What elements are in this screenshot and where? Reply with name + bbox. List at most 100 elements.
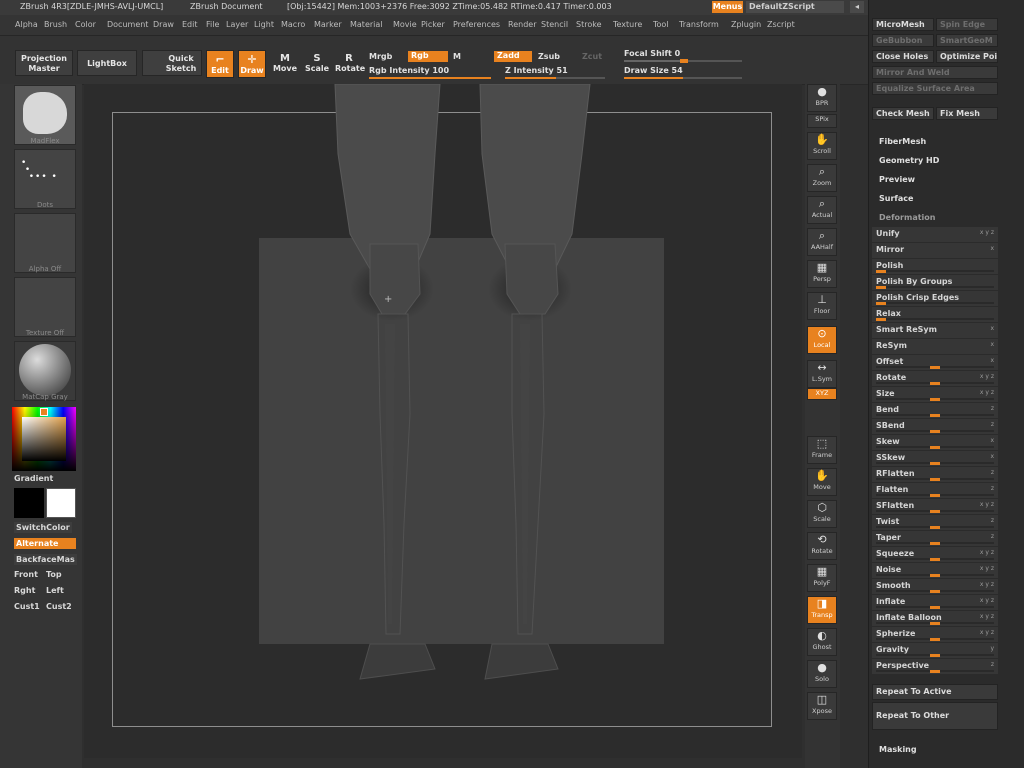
shelf-scroll-button[interactable]: ✋ Scroll (807, 132, 837, 160)
axis-toggles[interactable]: x y z (980, 629, 994, 636)
focal-shift-slider[interactable] (624, 59, 742, 63)
deformation-squeeze-slider[interactable]: Squeeze x y z (872, 547, 998, 562)
shelf-scale-button[interactable]: ⬡ Scale (807, 500, 837, 528)
deformation-mirror-slider[interactable]: Mirror x (872, 243, 998, 258)
slider-knob[interactable] (930, 574, 940, 577)
deformation-rflatten-slider[interactable]: RFlatten z (872, 467, 998, 482)
axis-toggles[interactable]: z (991, 469, 994, 476)
slider-knob[interactable] (930, 510, 940, 513)
alpha-thumbnail[interactable] (14, 213, 76, 273)
slider-knob[interactable] (930, 414, 940, 417)
rgb-intensity-slider[interactable] (369, 77, 491, 79)
axis-toggles[interactable]: y (990, 645, 994, 652)
zadd-toggle[interactable]: Zadd (494, 51, 532, 62)
menu-movie[interactable]: Movie (393, 20, 417, 29)
menu-material[interactable]: Material (350, 20, 383, 29)
deformation-relax-slider[interactable]: Relax (872, 307, 998, 322)
top-view-button[interactable]: Top (46, 570, 62, 579)
custom1-view-button[interactable]: Cust1 (14, 602, 40, 611)
slider-knob[interactable] (930, 654, 940, 657)
menu-picker[interactable]: Picker (421, 20, 445, 29)
menu-render[interactable]: Render (508, 20, 536, 29)
tray-spin-edge-button[interactable]: Spin Edge (936, 18, 998, 31)
deformation-inflate-balloon-slider[interactable]: Inflate Balloon x y z (872, 611, 998, 626)
color-square[interactable] (22, 417, 66, 461)
texture-thumbnail[interactable] (14, 277, 76, 337)
menu-document[interactable]: Document (107, 20, 148, 29)
shelf-move-button[interactable]: ✋ Move (807, 468, 837, 496)
rotate-button[interactable]: R Rotate (335, 50, 365, 78)
shelf-zoom-button[interactable]: ⌕ Zoom (807, 164, 837, 192)
axis-toggles[interactable]: x y z (980, 597, 994, 604)
mrgb-toggle[interactable]: Mrgb (369, 52, 392, 61)
shelf-xyz-button[interactable]: ✶XYZ (807, 388, 837, 400)
axis-toggles[interactable]: z (991, 421, 994, 428)
menu-brush[interactable]: Brush (44, 20, 67, 29)
deformation-rotate-slider[interactable]: Rotate x y z (872, 371, 998, 386)
shelf-rotate-axis-12-button[interactable]: ⟳ (807, 418, 837, 432)
shelf-floor-button[interactable]: ⊥ Floor (807, 292, 837, 320)
deformation-size-slider[interactable]: Size x y z (872, 387, 998, 402)
legs-model[interactable] (300, 84, 620, 684)
custom2-view-button[interactable]: Cust2 (46, 602, 72, 611)
rgb-toggle[interactable]: Rgb (408, 51, 448, 62)
color-picker[interactable] (12, 407, 76, 471)
deformation-offset-slider[interactable]: Offset x (872, 355, 998, 370)
menu-stencil[interactable]: Stencil (541, 20, 568, 29)
menu-transform[interactable]: Transform (679, 20, 719, 29)
menu-texture[interactable]: Texture (613, 20, 642, 29)
deformation-smart-resym-slider[interactable]: Smart ReSym x (872, 323, 998, 338)
slider-knob[interactable] (930, 430, 940, 433)
m-toggle[interactable]: M (453, 52, 461, 61)
section-surface[interactable]: Surface (879, 194, 913, 203)
tray-close-holes-button[interactable]: Close Holes (872, 50, 934, 63)
menu-marker[interactable]: Marker (314, 20, 342, 29)
axis-toggles[interactable]: z (991, 485, 994, 492)
lightbox-button[interactable]: LightBox (77, 50, 137, 76)
shelf-actual-button[interactable]: ⌕ Actual (807, 196, 837, 224)
deformation-gravity-slider[interactable]: Gravity y (872, 643, 998, 658)
window-menu-icon[interactable]: ◂ (850, 1, 864, 13)
slider-knob[interactable] (930, 622, 940, 625)
draw-size-slider[interactable] (624, 77, 742, 79)
axis-toggles[interactable]: x y z (980, 565, 994, 572)
deformation-spherize-slider[interactable]: Spherize x y z (872, 627, 998, 642)
shelf-local-button[interactable]: ⊙ Local (807, 326, 837, 354)
left-view-button[interactable]: Left (46, 586, 64, 595)
slider-knob[interactable] (930, 398, 940, 401)
axis-toggles[interactable]: x y z (980, 581, 994, 588)
shelf-persp-button[interactable]: ▦ Persp (807, 260, 837, 288)
deformation-sskew-slider[interactable]: SSkew x (872, 451, 998, 466)
tray-micromesh-button[interactable]: MicroMesh (872, 18, 934, 31)
switchcolor-button[interactable]: SwitchColor (14, 522, 72, 533)
right-leg[interactable] (479, 84, 591, 680)
axis-toggles[interactable]: x (990, 341, 994, 348)
axis-toggles[interactable]: x y z (980, 613, 994, 620)
slider-knob[interactable] (930, 558, 940, 561)
axis-toggles[interactable]: x y z (980, 549, 994, 556)
deformation-polish-crisp-edges-slider[interactable]: Polish Crisp Edges (872, 291, 998, 306)
slider-knob[interactable] (930, 606, 940, 609)
zcut-toggle[interactable]: Zcut (582, 52, 602, 61)
shelf-frame-button[interactable]: ⬚ Frame (807, 436, 837, 464)
shelf-spix-button[interactable]: ▬SPix (807, 114, 837, 128)
deformation-smooth-slider[interactable]: Smooth x y z (872, 579, 998, 594)
slider-knob[interactable] (930, 366, 940, 369)
shelf-rotate-button[interactable]: ⟲ Rotate (807, 532, 837, 560)
slider-track[interactable] (876, 270, 994, 272)
section-fibermesh[interactable]: FiberMesh (879, 137, 926, 146)
deformation-inflate-slider[interactable]: Inflate x y z (872, 595, 998, 610)
slider-track[interactable] (876, 286, 994, 288)
alternate-button[interactable]: Alternate (14, 538, 76, 549)
z-intensity-slider[interactable] (505, 77, 605, 79)
shelf-xpose-button[interactable]: ◫ Xpose (807, 692, 837, 720)
slider-knob[interactable] (930, 478, 940, 481)
tray-equalize-surface-area-button[interactable]: Equalize Surface Area (872, 82, 998, 95)
axis-toggles[interactable]: x y z (980, 373, 994, 380)
axis-toggles[interactable]: x (990, 245, 994, 252)
shelf-l-sym-button[interactable]: ↔ L.Sym (807, 360, 837, 388)
default-zscript-button[interactable]: DefaultZScript (746, 1, 844, 13)
slider-knob[interactable] (876, 270, 886, 273)
scale-button[interactable]: S Scale (303, 50, 331, 78)
slider-knob[interactable] (930, 494, 940, 497)
